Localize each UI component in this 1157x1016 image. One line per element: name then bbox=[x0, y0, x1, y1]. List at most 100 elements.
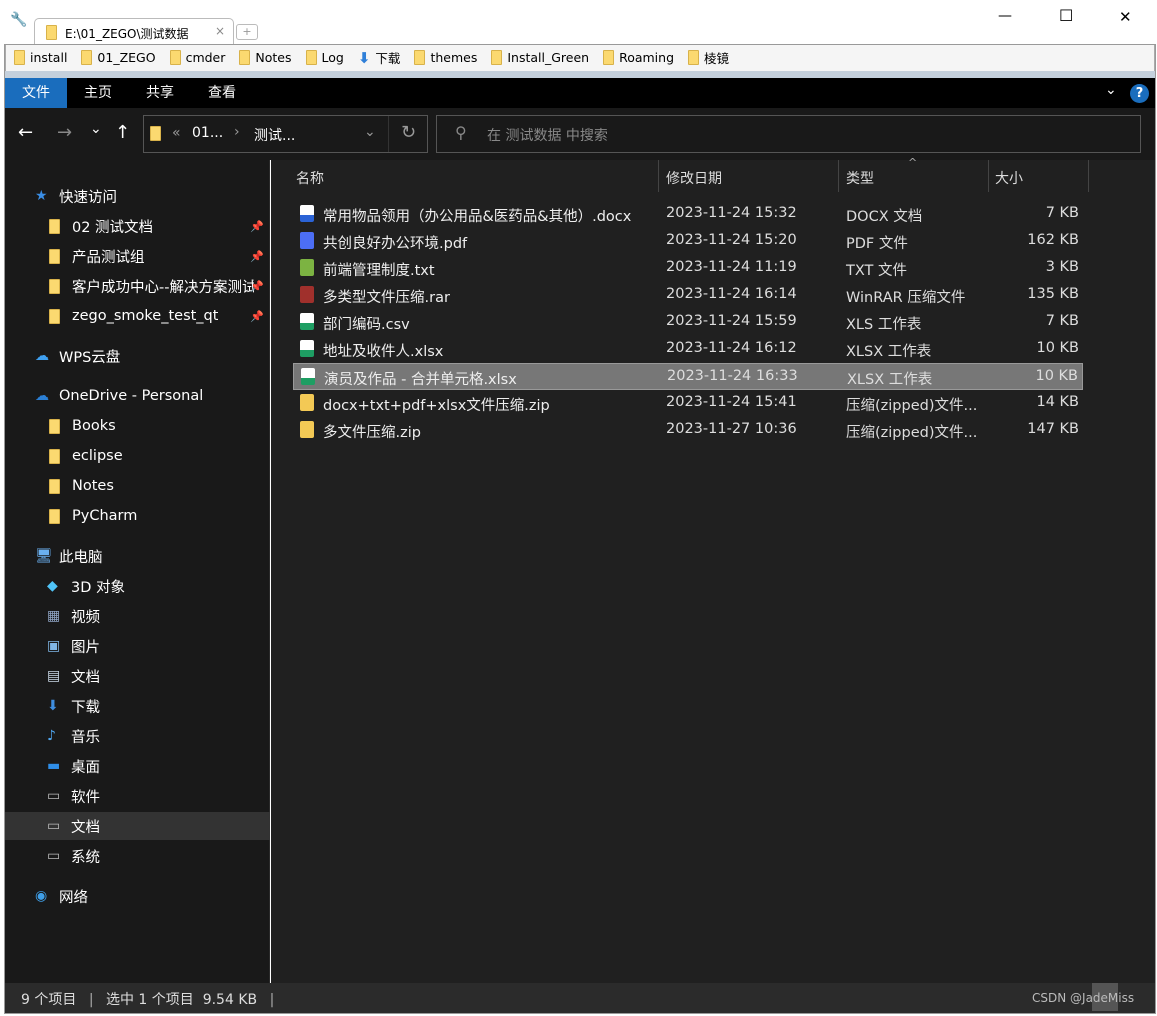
column-header-type[interactable]: 类型 bbox=[846, 168, 874, 188]
sidebar-item[interactable]: PyCharm bbox=[5, 502, 270, 530]
sidebar-item[interactable]: ★ 快速访问 bbox=[5, 182, 270, 210]
sidebar-item[interactable]: 🖥 此电脑 bbox=[5, 542, 270, 570]
file-row[interactable]: 部门编码.csv 2023-11-24 15:59 XLS 工作表 7 KB bbox=[293, 309, 1083, 336]
file-date: 2023-11-24 15:20 bbox=[666, 232, 797, 248]
overflow-breadcrumb[interactable]: « bbox=[172, 125, 181, 141]
file-row[interactable]: 多类型文件压缩.rar 2023-11-24 16:14 WinRAR 压缩文件 13… bbox=[293, 282, 1083, 309]
column-header-size[interactable]: 大小 bbox=[995, 168, 1023, 188]
bookmark-item[interactable]: 棱镜 bbox=[688, 48, 729, 67]
address-dropdown-icon[interactable]: ⌄ bbox=[364, 124, 376, 140]
expand-ribbon-icon[interactable]: ⌄ bbox=[1105, 82, 1117, 98]
breadcrumb-separator[interactable]: › bbox=[234, 124, 240, 140]
file-date: 2023-11-24 16:12 bbox=[666, 340, 797, 356]
video-icon: ▦ bbox=[47, 608, 61, 624]
file-date: 2023-11-24 16:14 bbox=[666, 286, 797, 302]
sidebar-item[interactable]: ▭ 系统 bbox=[5, 842, 270, 870]
bookmark-item[interactable]: install bbox=[14, 50, 67, 65]
up-button[interactable]: ↑ bbox=[115, 122, 130, 143]
file-name: 多类型文件压缩.rar bbox=[323, 290, 450, 306]
bookmark-item[interactable]: Install_Green bbox=[491, 50, 589, 65]
sidebar-item[interactable]: zego_smoke_test_qt 📌 bbox=[5, 302, 270, 330]
pin-icon[interactable]: 📌 bbox=[250, 250, 264, 263]
bookmark-item[interactable]: themes bbox=[414, 50, 477, 65]
search-input[interactable]: ⚲ 在 测试数据 中搜索 bbox=[436, 115, 1141, 153]
sidebar-item[interactable]: 02 测试文档 📌 bbox=[5, 212, 270, 240]
sidebar-item[interactable]: ▤ 文档 bbox=[5, 662, 270, 690]
file-date: 2023-11-24 16:33 bbox=[667, 368, 798, 384]
document-icon: ▤ bbox=[47, 668, 61, 684]
folder-icon bbox=[49, 508, 60, 524]
sidebar-item[interactable]: ▣ 图片 bbox=[5, 632, 270, 660]
sidebar-item[interactable]: ◉ 网络 bbox=[5, 882, 270, 910]
download-icon: ⬇ bbox=[47, 698, 59, 714]
folder-icon bbox=[49, 218, 60, 234]
sidebar-item[interactable]: ☁ WPS云盘 bbox=[5, 342, 270, 370]
sidebar-item[interactable]: ▬ 桌面 bbox=[5, 752, 270, 780]
folder-icon bbox=[49, 248, 60, 264]
sidebar-item[interactable]: Notes bbox=[5, 472, 270, 500]
folder-icon bbox=[49, 278, 60, 294]
file-row[interactable]: 多文件压缩.zip 2023-11-27 10:36 压缩(zipped)文件...… bbox=[293, 417, 1083, 444]
bookmark-label: themes bbox=[430, 50, 478, 65]
sidebar-item[interactable]: ▭ 文档 bbox=[5, 812, 270, 840]
tab-close-button[interactable]: × bbox=[215, 24, 225, 38]
file-list: 名称 修改日期 类型 ^ 大小 常用物品领用（办公用品&医药品&其他）.docx… bbox=[271, 156, 1155, 983]
bookmark-item[interactable]: Log bbox=[305, 50, 344, 65]
bookmark-label: Log bbox=[321, 50, 344, 65]
bookmark-label: install bbox=[30, 50, 68, 65]
pin-icon[interactable]: 📌 bbox=[250, 280, 264, 293]
pin-icon[interactable]: 📌 bbox=[250, 220, 264, 233]
breadcrumb-01-zego[interactable]: 01... bbox=[192, 125, 223, 141]
file-row[interactable]: 前端管理制度.txt 2023-11-24 11:19 TXT 文件 3 KB bbox=[293, 255, 1083, 282]
sidebar-item[interactable]: 客户成功中心--解决方案测试 📌 bbox=[5, 272, 270, 300]
file-size: 7 KB bbox=[1045, 205, 1079, 221]
bookmark-item[interactable]: Notes bbox=[239, 50, 292, 65]
wrench-icon[interactable]: 🔧 bbox=[10, 12, 27, 28]
recent-locations-button[interactable]: ⌄ bbox=[90, 121, 102, 137]
column-header-date[interactable]: 修改日期 bbox=[666, 168, 722, 188]
pin-icon[interactable]: 📌 bbox=[250, 310, 264, 323]
minimize-button[interactable]: — bbox=[998, 8, 1012, 24]
sidebar-item[interactable]: Books bbox=[5, 412, 270, 440]
file-row[interactable]: 地址及收件人.xlsx 2023-11-24 16:12 XLSX 工作表 10 KB bbox=[293, 336, 1083, 363]
sidebar-item-label: 快速访问 bbox=[59, 189, 117, 206]
tab-view[interactable]: 查看 bbox=[191, 78, 253, 108]
bookmark-item[interactable]: Roaming bbox=[603, 50, 674, 65]
sidebar-item[interactable]: 产品测试组 📌 bbox=[5, 242, 270, 270]
column-header-name[interactable]: 名称 bbox=[296, 168, 324, 188]
tab-home[interactable]: 主页 bbox=[67, 78, 129, 108]
file-row[interactable]: 常用物品领用（办公用品&医药品&其他）.docx 2023-11-24 15:32… bbox=[293, 201, 1083, 228]
file-row[interactable]: docx+txt+pdf+xlsx文件压缩.zip 2023-11-24 15:4… bbox=[293, 390, 1083, 417]
bookmark-item[interactable]: cmder bbox=[169, 50, 225, 65]
maximize-button[interactable]: ☐ bbox=[1059, 6, 1073, 25]
file-row[interactable]: 共创良好办公环境.pdf 2023-11-24 15:20 PDF 文件 162 KB bbox=[293, 228, 1083, 255]
sidebar-item-label: 网络 bbox=[59, 889, 88, 906]
zip-icon bbox=[300, 421, 314, 438]
bookmark-item[interactable]: 01_ZEGO bbox=[81, 50, 156, 65]
help-button[interactable]: ? bbox=[1130, 84, 1149, 103]
sidebar-item[interactable]: eclipse bbox=[5, 442, 270, 470]
forward-button[interactable]: → bbox=[57, 122, 72, 143]
sidebar-item[interactable]: ⬇ 下载 bbox=[5, 692, 270, 720]
folder-icon bbox=[81, 50, 93, 65]
new-tab-button[interactable]: + bbox=[236, 24, 258, 40]
refresh-button[interactable]: ↻ bbox=[401, 122, 416, 143]
tab-current[interactable]: E:\01_ZEGO\测试数据 × bbox=[34, 18, 234, 45]
tab-file[interactable]: 文件 bbox=[5, 78, 67, 108]
file-row[interactable]: 演员及作品 - 合并单元格.xlsx 2023-11-24 16:33 XLSX 工… bbox=[293, 363, 1083, 390]
file-name: 前端管理制度.txt bbox=[323, 263, 435, 279]
sidebar-item[interactable]: ▦ 视频 bbox=[5, 602, 270, 630]
sidebar-item[interactable]: ◆ 3D 对象 bbox=[5, 572, 270, 600]
file-size: 7 KB bbox=[1045, 313, 1079, 329]
tab-share[interactable]: 共享 bbox=[129, 78, 191, 108]
close-button[interactable]: ✕ bbox=[1119, 8, 1132, 26]
tab-title: E:\01_ZEGO\测试数据 bbox=[65, 27, 189, 41]
sidebar-item[interactable]: ☁ OneDrive - Personal bbox=[5, 382, 270, 410]
back-button[interactable]: ← bbox=[18, 122, 33, 143]
bookmark-item[interactable]: ⬇ 下载 bbox=[358, 48, 401, 67]
drive-icon: ▭ bbox=[47, 818, 61, 834]
address-bar[interactable]: « 01... › 测试... ⌄ ↻ bbox=[143, 115, 428, 153]
sidebar-item[interactable]: ♪ 音乐 bbox=[5, 722, 270, 750]
sidebar-item[interactable]: ▭ 软件 bbox=[5, 782, 270, 810]
breadcrumb-current[interactable]: 测试... bbox=[254, 125, 295, 145]
